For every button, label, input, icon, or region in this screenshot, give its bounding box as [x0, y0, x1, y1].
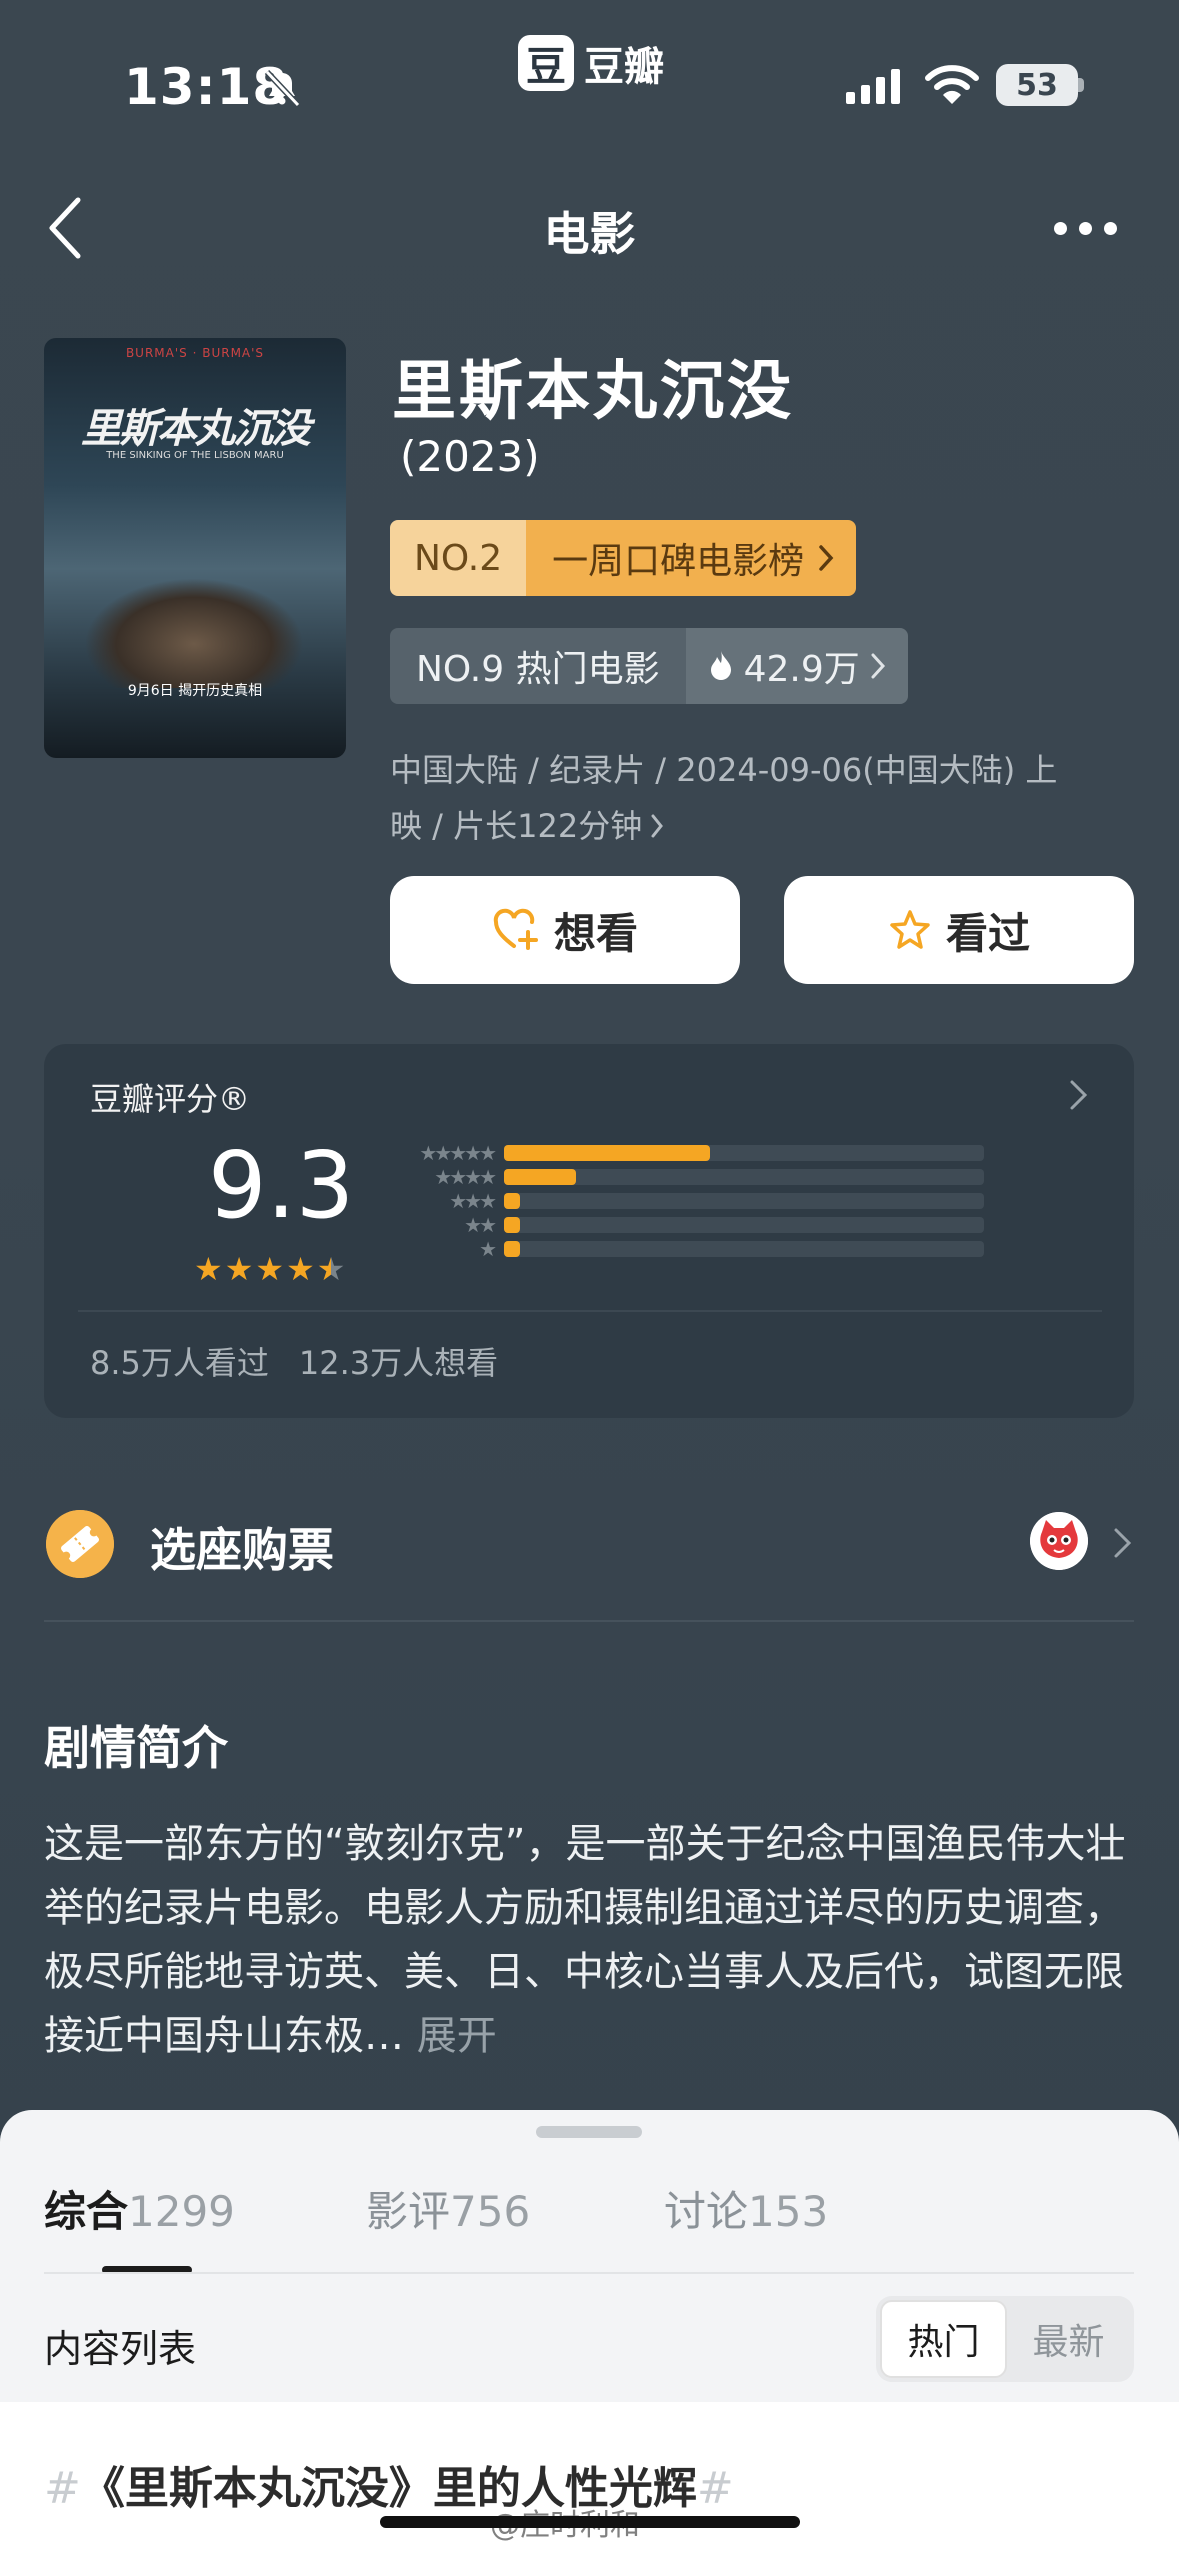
rating-bar-stars: ★★★★ [434, 1165, 497, 1189]
rank-number: NO.2 [390, 520, 527, 596]
sort-hot-button[interactable]: 热门 [880, 2300, 1007, 2378]
tab-overview[interactable]: 综合1299 [44, 2178, 235, 2239]
hot-count: 42.9万 [743, 649, 860, 690]
tab-discussions[interactable]: 讨论153 [664, 2178, 828, 2239]
synopsis-body: 这是一部东方的“敦刻尔克”，是一部关于纪念中国渔民伟大壮举的纪录片电影。电影人方… [44, 1821, 1126, 2059]
poster-title: 里斯本丸沉没 [81, 406, 311, 452]
star-outline-icon [890, 910, 930, 949]
watched-count: 8.5万人看过 [90, 1344, 269, 1382]
rating-stars: ★ ★ ★ ★ ★ [194, 1250, 345, 1288]
rating-bar-track [504, 1241, 984, 1257]
more-icon[interactable] [1054, 222, 1117, 235]
sheet-drag-handle[interactable] [536, 2126, 642, 2138]
chevron-right-icon [819, 545, 834, 571]
battery-indicator: 53 [996, 64, 1078, 106]
rank-label: 一周口碑电影榜 [552, 541, 805, 582]
hash-mark: # [44, 2463, 81, 2514]
movie-meta[interactable]: 中国大陆 / 纪录片 / 2024-09-06(中国大陆) 上 映 / 片长12… [390, 742, 1110, 854]
heart-plus-icon [493, 908, 538, 950]
want-count: 12.3万人想看 [298, 1344, 499, 1382]
poster-boat-image [84, 578, 304, 688]
rating-bar-fill [504, 1193, 520, 1209]
sort-new-button[interactable]: 最新 [1007, 2300, 1130, 2378]
battery-cap [1078, 78, 1084, 92]
synopsis-title: 剧情简介 [44, 1721, 228, 1775]
rating-star-icon: ★ [316, 1250, 346, 1288]
rating-counts: 8.5万人看过 12.3万人想看 [90, 1338, 498, 1384]
rating-star-icon: ★ [255, 1250, 285, 1288]
rating-star-icon: ★ [286, 1250, 315, 1288]
rating-bar-row: ★★★★ [384, 1165, 984, 1189]
rating-bar-track [504, 1193, 984, 1209]
rating-bar-row: ★ [384, 1237, 984, 1261]
want-to-watch-button[interactable]: 想看 [390, 876, 740, 984]
ticket-label[interactable]: 选座购票 [150, 1514, 334, 1580]
signal-icon [846, 69, 900, 104]
home-indicator[interactable] [380, 2516, 800, 2528]
wifi-icon [925, 65, 979, 104]
poster-top-text: BURMA'S · BURMA'S [125, 346, 265, 360]
chevron-right-icon[interactable] [1112, 1526, 1134, 1560]
meta-line-2: 映 / 片长122分钟 [390, 807, 643, 845]
tab-overview-label: 综合 [44, 2187, 129, 2236]
tab-reviews[interactable]: 影评756 [366, 2178, 530, 2239]
rating-bar-stars: ★★★ [449, 1189, 497, 1213]
rating-divider [78, 1310, 1102, 1312]
hot-badge[interactable]: NO.9 热门电影 42.9万 [390, 628, 908, 704]
movie-poster[interactable]: BURMA'S · BURMA'S 里斯本丸沉没 THE SINKING OF … [44, 338, 346, 758]
brand-name: 豆瓣 [584, 44, 664, 90]
rating-bar-fill [504, 1217, 520, 1233]
rating-bar-row: ★★★★★ [384, 1141, 984, 1165]
want-label: 想看 [553, 908, 638, 958]
rating-bar-row: ★★★ [384, 1189, 984, 1213]
hot-rank-label: NO.9 热门电影 [390, 628, 686, 704]
maoyan-cat-icon [1030, 1512, 1088, 1570]
rating-bar-stars: ★ [479, 1237, 497, 1261]
rating-bar-fill [504, 1241, 520, 1257]
rating-bar-track [504, 1169, 984, 1185]
rating-bar-fill [504, 1145, 711, 1161]
tab-discussions-label: 讨论 [664, 2187, 749, 2236]
douban-logo-icon: 豆 [518, 35, 574, 91]
rating-label: 豆瓣评分® [90, 1080, 251, 1118]
rating-bar-stars: ★★ [464, 1213, 497, 1237]
tab-reviews-label: 影评 [366, 2187, 451, 2236]
sort-toggle: 热门 最新 [876, 2296, 1134, 2382]
rating-bar-row: ★★ [384, 1213, 984, 1237]
rating-bar-fill [504, 1169, 576, 1185]
sheet-divider [44, 2272, 1134, 2274]
poster-subtitle: THE SINKING OF THE LISBON MARU [106, 450, 284, 461]
rating-score: 9.3 [208, 1132, 355, 1239]
poster-date: 9月6日 揭开历史真相 [127, 683, 263, 699]
chevron-right-icon [651, 814, 664, 838]
flame-icon [710, 651, 731, 680]
rating-bar-track [504, 1217, 984, 1233]
rating-star-icon: ★ [224, 1250, 254, 1288]
bell-muted-icon [264, 69, 301, 108]
hash-mark: # [696, 2463, 734, 2514]
ticket-icon[interactable] [46, 1510, 114, 1578]
movie-year: (2023) [400, 432, 540, 481]
rating-bar-stars: ★★★★★ [419, 1141, 497, 1165]
app-brand: 豆 豆瓣 [518, 34, 664, 92]
content-list-label: 内容列表 [44, 2327, 197, 2371]
meta-line-1: 中国大陆 / 纪录片 / 2024-09-06(中国大陆) 上 [390, 751, 1058, 789]
nav-title: 电影 [543, 207, 636, 261]
synopsis-text: 这是一部东方的“敦刻尔克”，是一部关于纪念中国渔民伟大壮举的纪录片电影。电影人方… [44, 1812, 1134, 2068]
movie-title: 里斯本丸沉没 [392, 355, 794, 429]
tab-overview-count: 1299 [128, 2187, 235, 2236]
rating-star-icon: ★ [194, 1250, 223, 1288]
rank-badge[interactable]: NO.2 一周口碑电影榜 [390, 520, 857, 596]
tab-discussions-count: 153 [748, 2187, 829, 2236]
seen-button[interactable]: 看过 [784, 876, 1134, 984]
rating-bar-track [504, 1145, 984, 1161]
chevron-right-icon[interactable] [1068, 1078, 1090, 1112]
expand-link[interactable]: 展开 [417, 2013, 497, 2059]
tab-reviews-count: 756 [450, 2187, 531, 2236]
chevron-right-icon [871, 653, 885, 679]
seen-label: 看过 [945, 908, 1030, 958]
ticket-divider [44, 1620, 1134, 1622]
